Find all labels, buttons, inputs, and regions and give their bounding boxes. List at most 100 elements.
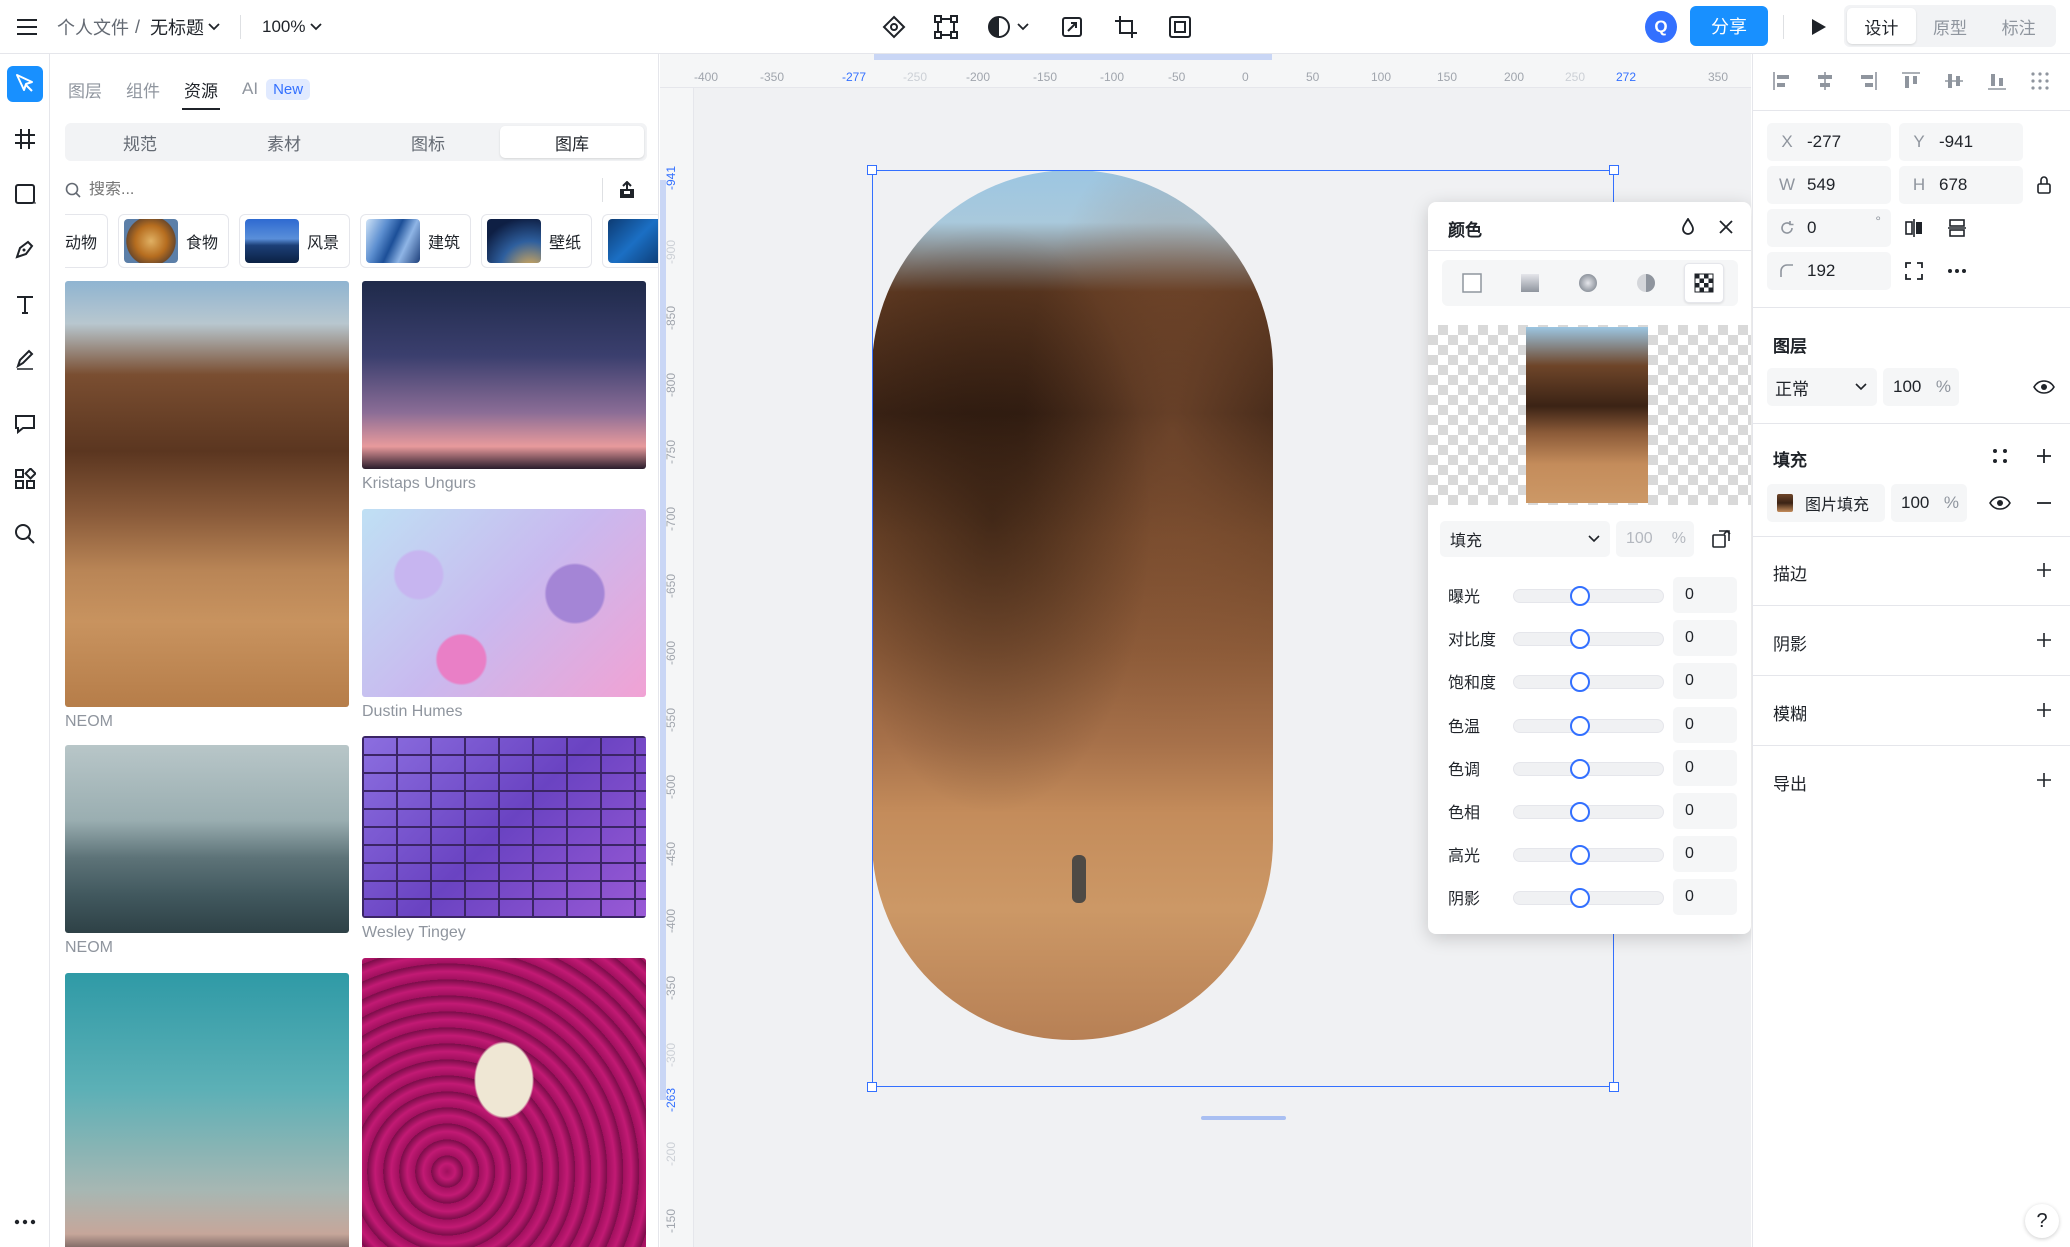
layer-opacity-field[interactable]: 100 % xyxy=(1883,368,1959,406)
image-opacity-field[interactable]: 100 % xyxy=(1616,521,1694,557)
add-fill-icon[interactable] xyxy=(2029,441,2059,471)
mode-design[interactable]: 设计 xyxy=(1847,8,1916,44)
frame-tool-icon[interactable] xyxy=(7,121,43,157)
gallery-image-desert[interactable] xyxy=(65,281,349,707)
tab-ai[interactable]: AI New xyxy=(242,68,311,110)
eyedropper-icon[interactable] xyxy=(1673,212,1703,242)
category-food[interactable]: 食物 xyxy=(118,214,230,268)
adjustment-value-field[interactable]: 0 xyxy=(1673,663,1737,700)
blend-mode-dropdown[interactable]: 正常 xyxy=(1767,368,1877,406)
gallery-image-incense[interactable] xyxy=(362,958,646,1247)
adjustment-slider[interactable] xyxy=(1513,629,1664,650)
boolean-dropdown[interactable] xyxy=(980,8,1036,46)
breadcrumb-root[interactable]: 个人文件 xyxy=(57,14,129,40)
category-animal[interactable]: 动物 xyxy=(65,214,109,268)
adjustment-slider[interactable] xyxy=(1513,672,1664,693)
linear-gradient-icon[interactable] xyxy=(1510,263,1550,303)
corner-radius-field[interactable]: 192 xyxy=(1767,252,1891,290)
align-right-icon[interactable] xyxy=(1853,66,1883,96)
replace-image-icon[interactable] xyxy=(1706,524,1736,554)
eye-icon[interactable] xyxy=(2029,372,2059,402)
resize-handle[interactable] xyxy=(867,165,877,175)
slider-knob[interactable] xyxy=(1570,586,1590,606)
crop-icon[interactable] xyxy=(1107,8,1145,46)
resize-handle[interactable] xyxy=(1609,165,1619,175)
angular-gradient-icon[interactable] xyxy=(1626,263,1666,303)
align-center-h-icon[interactable] xyxy=(1810,66,1840,96)
share-button[interactable]: 分享 xyxy=(1690,6,1768,46)
adjustment-value-field[interactable]: 0 xyxy=(1673,749,1737,786)
slider-knob[interactable] xyxy=(1570,715,1590,736)
slider-knob[interactable] xyxy=(1570,845,1590,866)
component-icon[interactable] xyxy=(875,8,913,46)
zoom-dropdown[interactable]: 100% xyxy=(262,11,323,43)
gallery-image-mountains[interactable] xyxy=(65,745,349,933)
avatar[interactable]: Q xyxy=(1645,11,1677,43)
adjustment-slider[interactable] xyxy=(1513,758,1664,779)
chevron-down-icon[interactable] xyxy=(208,23,220,31)
pencil-tool-icon[interactable] xyxy=(7,341,43,377)
search-input[interactable] xyxy=(89,181,489,199)
more-icon[interactable] xyxy=(7,1204,43,1240)
eye-icon[interactable] xyxy=(1985,488,2015,518)
file-title[interactable]: 无标题 xyxy=(150,14,204,40)
adjustment-value-field[interactable]: 0 xyxy=(1673,577,1737,613)
close-icon[interactable] xyxy=(1711,212,1741,242)
slider-knob[interactable] xyxy=(1570,672,1590,693)
adjustment-slider[interactable] xyxy=(1513,715,1664,736)
segment-gallery[interactable]: 图库 xyxy=(500,126,644,158)
resize-handle[interactable] xyxy=(867,1082,877,1092)
plugins-icon[interactable] xyxy=(7,461,43,497)
menu-icon[interactable] xyxy=(12,12,42,42)
flip-horizontal-icon[interactable] xyxy=(1899,213,1929,243)
adjustment-slider[interactable] xyxy=(1513,586,1664,606)
add-blur-icon[interactable] xyxy=(2029,695,2059,725)
category-more[interactable] xyxy=(602,214,658,268)
width-field[interactable]: W 549 xyxy=(1767,166,1891,204)
radial-gradient-icon[interactable] xyxy=(1568,263,1608,303)
comment-tool-icon[interactable] xyxy=(7,406,43,442)
rectangle-tool-icon[interactable] xyxy=(7,176,43,212)
align-center-v-icon[interactable] xyxy=(1939,66,1969,96)
text-tool-icon[interactable] xyxy=(7,286,43,322)
search-icon[interactable] xyxy=(7,516,43,552)
rotation-field[interactable]: 0 ° xyxy=(1767,209,1891,247)
adjustment-slider[interactable] xyxy=(1513,888,1664,909)
lock-ratio-icon[interactable] xyxy=(2029,170,2059,200)
mode-annotate[interactable]: 标注 xyxy=(1984,8,2053,44)
category-landscape[interactable]: 风景 xyxy=(239,214,351,268)
pen-tool-icon[interactable] xyxy=(7,231,43,267)
tab-assets[interactable]: 资源 xyxy=(182,68,220,110)
resize-handle[interactable] xyxy=(1609,1082,1619,1092)
mode-prototype[interactable]: 原型 xyxy=(1916,8,1985,44)
adjustment-slider[interactable] xyxy=(1513,802,1664,822)
tab-layers[interactable]: 图层 xyxy=(68,68,102,110)
image-preview-area[interactable] xyxy=(1428,325,1751,505)
tab-components[interactable]: 组件 xyxy=(126,68,160,110)
adjustment-value-field[interactable]: 0 xyxy=(1673,793,1737,829)
slider-knob[interactable] xyxy=(1570,888,1590,909)
slider-knob[interactable] xyxy=(1570,802,1590,822)
adjustment-value-field[interactable]: 0 xyxy=(1673,706,1737,743)
resize-icon[interactable] xyxy=(1053,8,1091,46)
height-field[interactable]: H 678 xyxy=(1899,166,2023,204)
fill-mode-dropdown[interactable]: 填充 xyxy=(1440,521,1610,557)
fill-type-field[interactable]: 图片填充 xyxy=(1767,484,1885,522)
segment-icons[interactable]: 图标 xyxy=(356,126,500,158)
gallery-image-stars[interactable] xyxy=(362,281,646,469)
segment-material[interactable]: 素材 xyxy=(212,126,356,158)
y-field[interactable]: Y -941 xyxy=(1899,123,2023,161)
move-tool-icon[interactable] xyxy=(7,66,43,102)
add-export-icon[interactable] xyxy=(2029,765,2059,795)
category-architecture[interactable]: 建筑 xyxy=(360,214,472,268)
adjustment-value-field[interactable]: 0 xyxy=(1673,620,1737,657)
image-fill-icon[interactable] xyxy=(1684,263,1724,303)
slider-knob[interactable] xyxy=(1570,758,1590,779)
align-top-icon[interactable] xyxy=(1896,66,1926,96)
gallery-image-bubbles[interactable] xyxy=(362,509,646,697)
category-wallpaper[interactable]: 壁纸 xyxy=(481,214,593,268)
x-field[interactable]: X -277 xyxy=(1767,123,1891,161)
styles-icon[interactable] xyxy=(1985,441,2015,471)
independent-corners-icon[interactable] xyxy=(1899,256,1929,286)
help-button[interactable]: ? xyxy=(2025,1204,2059,1238)
